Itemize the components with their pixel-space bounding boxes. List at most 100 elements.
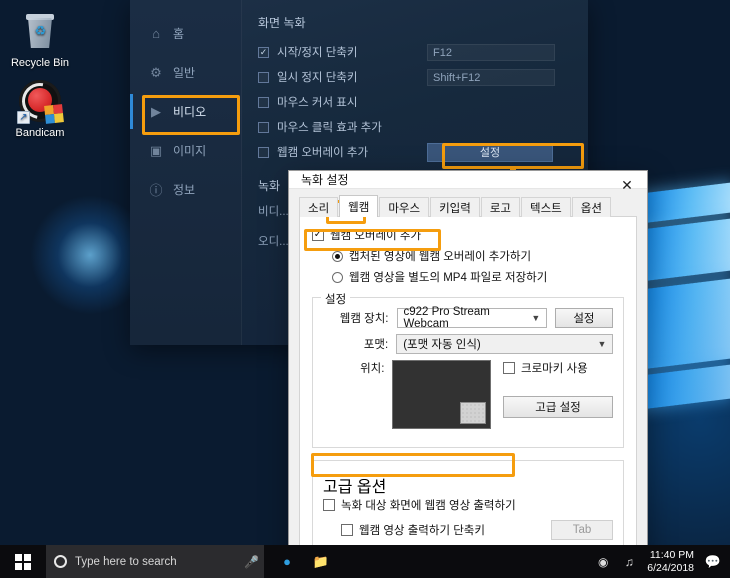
home-icon: ⌂	[152, 26, 160, 41]
hotkey-field[interactable]: F12	[427, 43, 555, 61]
option-label: 일시 정지 단축키	[277, 72, 358, 84]
desktop-icon-label: Bandicam	[15, 127, 65, 139]
microphone-icon[interactable]: 🎤	[244, 555, 259, 569]
webcam-device-settings-button[interactable]: 설정	[554, 308, 613, 328]
start-button[interactable]	[0, 545, 46, 578]
tab-options[interactable]: 옵션	[571, 197, 611, 217]
sidebar-item-label: 일반	[173, 66, 196, 80]
dialog-titlebar: 녹화 설정 ✕	[289, 171, 647, 192]
bandicam-icon: ↗	[4, 75, 76, 127]
option-label: 마우스 클릭 효과 추가	[277, 122, 382, 134]
chromakey-row[interactable]: 크로마키 사용	[503, 360, 613, 376]
webcam-position-preview[interactable]	[392, 360, 491, 429]
tab-mouse[interactable]: 마우스	[379, 197, 430, 217]
advanced-settings-button[interactable]: 고급 설정	[503, 396, 613, 418]
webcam-format-value: (포맷 자동 인식)	[403, 339, 481, 351]
desktop-icon-bandicam[interactable]: ↗ Bandicam	[4, 75, 76, 140]
radio-button[interactable]	[332, 250, 343, 262]
option-row-webcam-overlay[interactable]: 웹캠 오버레이 추가 설정	[258, 141, 572, 163]
checkbox[interactable]	[258, 71, 269, 83]
desktop-icon-label: Recycle Bin	[10, 57, 70, 69]
checkbox[interactable]	[503, 362, 515, 374]
radio-button[interactable]	[332, 271, 343, 283]
tab-keystroke[interactable]: 키입력	[430, 197, 480, 217]
image-icon: ▣	[149, 142, 163, 158]
webcam-device-value: c922 Pro Stream Webcam	[403, 306, 490, 330]
tab-sound[interactable]: 소리	[299, 197, 339, 217]
webcam-position-handle[interactable]	[460, 402, 486, 424]
recording-settings-dialog: 녹화 설정 ✕ 소리 웹캠 마우스 키입력 로고 텍스트 옵션 ✓ 웹캠 오버레…	[288, 170, 648, 578]
webcam-position-row: 위치: 크로마키 사용 고급 설정	[323, 360, 613, 429]
sidebar-item-label: 정보	[173, 183, 196, 197]
checkbox[interactable]	[258, 121, 269, 133]
notification-icon[interactable]: 💬	[704, 554, 722, 570]
radio-add-overlay-to-capture[interactable]: 캡처된 영상에 웹캠 오버레이 추가하기	[332, 248, 624, 264]
checkbox[interactable]	[341, 524, 353, 536]
webcam-position-label: 위치:	[360, 363, 385, 375]
webcam-format-label: 포맷:	[363, 339, 389, 351]
windows-logo-wallpaper	[636, 182, 730, 538]
sidebar-item-video[interactable]: ▶ 비디오	[130, 92, 241, 131]
webcam-overlay-checkbox-row[interactable]: ✓ 웹캠 오버레이 추가	[312, 227, 624, 243]
option-label: 웹캠 오버레이 추가	[277, 147, 369, 159]
explorer-icon[interactable]: 📁	[312, 553, 330, 571]
edge-icon[interactable]: ●	[278, 553, 296, 571]
webcam-device-row: 웹캠 장치: c922 Pro Stream Webcam ▼ 설정	[323, 306, 613, 330]
chevron-down-icon: ▼	[597, 339, 607, 349]
dialog-tabstrip: 소리 웹캠 마우스 키입력 로고 텍스트 옵션	[299, 195, 637, 217]
sidebar-item-info[interactable]: ⓘ 정보	[130, 170, 241, 209]
radio-save-separate-mp4[interactable]: 웹캠 영상을 별도의 MP4 파일로 저장하기	[332, 269, 624, 285]
windows-start-icon	[15, 553, 31, 570]
taskbar-clock[interactable]: 11:40 PM 6/24/2018	[647, 549, 694, 575]
option-row-show-cursor[interactable]: 마우스 커서 표시	[258, 91, 572, 113]
checkbox[interactable]: ✓	[312, 229, 324, 241]
webcam-overlay-label: 웹캠 오버레이 추가	[330, 230, 422, 242]
hotkey-field[interactable]: Shift+F12	[427, 68, 555, 86]
desktop-root: ♻ Recycle Bin ↗ Bandicam ⌂ 홈 ⚙ 일반 ▶ 비디오 …	[0, 0, 730, 578]
tab-webcam[interactable]: 웹캠	[339, 195, 379, 217]
sidebar-item-label: 비디오	[173, 105, 207, 119]
advanced-options-title: 고급 옵션	[323, 479, 387, 496]
webcam-format-select[interactable]: (포맷 자동 인식) ▼	[396, 334, 613, 354]
bandicam-sidebar: ⌂ 홈 ⚙ 일반 ▶ 비디오 ▣ 이미지 ⓘ 정보	[130, 0, 242, 345]
option-label: 마우스 커서 표시	[277, 97, 358, 109]
desktop-icon-recycle-bin[interactable]: ♻ Recycle Bin	[4, 8, 76, 70]
webcam-output-hotkey-row[interactable]: 웹캠 영상 출력하기 단축키	[341, 522, 551, 538]
sidebar-item-home[interactable]: ⌂ 홈	[130, 14, 241, 53]
sidebar-item-general[interactable]: ⚙ 일반	[130, 53, 241, 92]
recycle-bin-icon: ♻	[4, 8, 76, 54]
sidebar-item-image[interactable]: ▣ 이미지	[130, 131, 241, 170]
webcam-output-hotkey-field[interactable]: Tab	[551, 520, 613, 540]
tab-text[interactable]: 텍스트	[521, 197, 571, 217]
output-to-recording-target-row[interactable]: 녹화 대상 화면에 웹캠 영상 출력하기	[323, 497, 613, 513]
webcam-settings-button[interactable]: 설정	[427, 142, 553, 162]
checkbox[interactable]	[258, 146, 269, 158]
search-input[interactable]: Type here to search 🎤	[46, 545, 264, 578]
gear-icon: ⚙	[150, 64, 162, 80]
radio-label: 캡처된 영상에 웹캠 오버레이 추가하기	[349, 251, 532, 263]
webcam-tab-panel: ✓ 웹캠 오버레이 추가 캡처된 영상에 웹캠 오버레이 추가하기 웹캠 영상을…	[299, 216, 637, 560]
option-row-start-stop-hotkey[interactable]: ✓ 시작/정지 단축키 F12	[258, 41, 572, 63]
system-tray: ◉ ♫ 11:40 PM 6/24/2018 💬	[595, 545, 730, 578]
output-to-recording-target-label: 녹화 대상 화면에 웹캠 영상 출력하기	[341, 500, 516, 512]
webcam-device-label: 웹캠 장치:	[339, 313, 389, 325]
video-icon: ▶	[151, 103, 161, 119]
checkbox[interactable]	[323, 499, 335, 511]
network-icon[interactable]: ◉	[595, 555, 611, 569]
sidebar-item-label: 이미지	[173, 144, 207, 158]
settings-group: 설정 웹캠 장치: c922 Pro Stream Webcam ▼ 설정 포맷…	[312, 291, 624, 448]
advanced-options-group: 고급 옵션 녹화 대상 화면에 웹캠 영상 출력하기 웹캠 영상 출력하기 단축…	[312, 460, 624, 551]
radio-label: 웹캠 영상을 별도의 MP4 파일로 저장하기	[349, 272, 548, 284]
checkbox[interactable]	[258, 96, 269, 108]
taskbar-icons: ● 📁	[264, 553, 330, 571]
chromakey-label: 크로마키 사용	[521, 363, 588, 375]
settings-group-title: 설정	[321, 291, 351, 307]
option-row-click-effect[interactable]: 마우스 클릭 효과 추가	[258, 116, 572, 138]
volume-icon[interactable]: ♫	[621, 555, 637, 569]
webcam-format-row: 포맷: (포맷 자동 인식) ▼	[323, 334, 613, 354]
tab-logo[interactable]: 로고	[480, 197, 521, 217]
webcam-device-select[interactable]: c922 Pro Stream Webcam ▼	[396, 306, 547, 330]
checkbox[interactable]: ✓	[258, 46, 269, 58]
dialog-body: 소리 웹캠 마우스 키입력 로고 텍스트 옵션 ✓ 웹캠 오버레이 추가 캡처된…	[289, 189, 647, 560]
option-row-pause-hotkey[interactable]: 일시 정지 단축키 Shift+F12	[258, 66, 572, 88]
